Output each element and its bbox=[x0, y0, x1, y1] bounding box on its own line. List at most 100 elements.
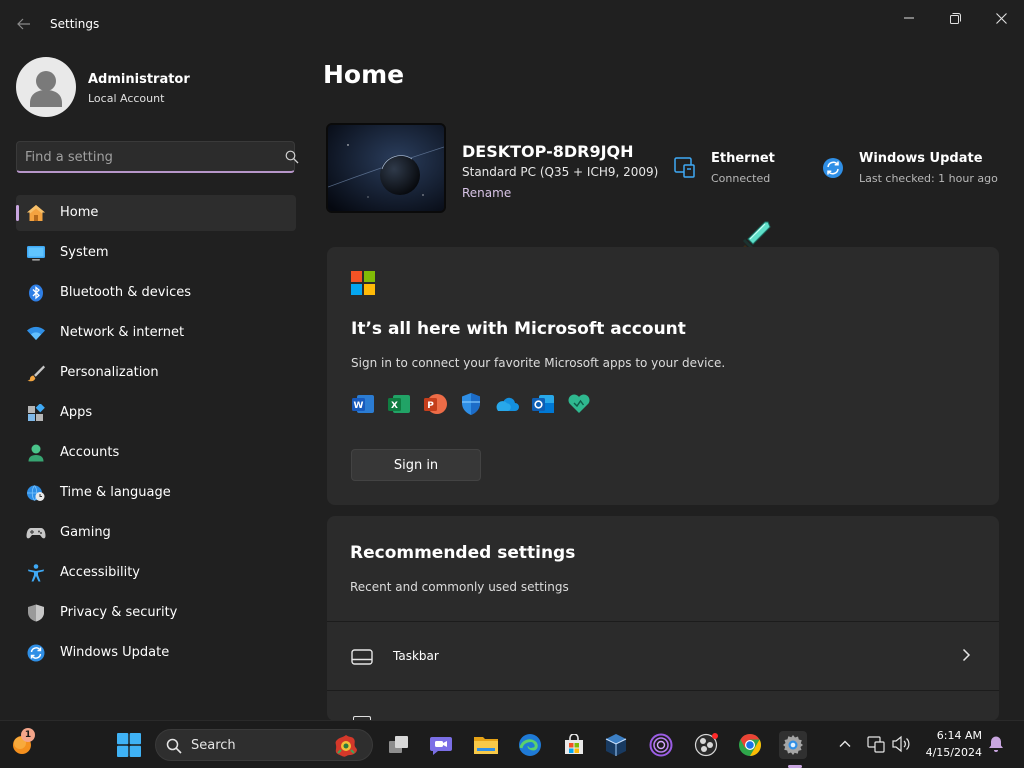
sidebar-item-label: Network & internet bbox=[60, 325, 185, 340]
excel-icon: X bbox=[388, 395, 410, 413]
apps-icon bbox=[28, 404, 45, 421]
virtualbox-button[interactable] bbox=[602, 731, 630, 759]
search-input[interactable] bbox=[25, 142, 265, 172]
taskbar: 1 Search 6:14 AM 4/15/2024 bbox=[0, 720, 1024, 768]
start-button[interactable] bbox=[117, 733, 141, 757]
word-icon: W bbox=[352, 395, 374, 413]
sidebar-item-network[interactable]: Network & internet bbox=[16, 315, 296, 351]
search-icon bbox=[166, 738, 182, 754]
tor-browser-button[interactable] bbox=[647, 731, 675, 759]
avatar[interactable] bbox=[16, 57, 76, 117]
sidebar-item-system[interactable]: System bbox=[16, 235, 296, 271]
settings-icon bbox=[783, 735, 803, 755]
chrome-icon bbox=[739, 734, 761, 756]
back-button[interactable] bbox=[12, 12, 36, 36]
volume-icon[interactable] bbox=[891, 735, 911, 753]
wifi-icon bbox=[27, 326, 45, 340]
sidebar-item-gaming[interactable]: Gaming bbox=[16, 515, 296, 551]
minimize-icon bbox=[904, 17, 914, 19]
svg-text:P: P bbox=[427, 401, 434, 411]
edge-button[interactable] bbox=[516, 731, 544, 759]
search-icon[interactable] bbox=[285, 150, 299, 164]
settings-taskbar-button[interactable] bbox=[779, 731, 807, 759]
microsoft-card-title: It’s all here with Microsoft account bbox=[351, 319, 686, 339]
planet-wallpaper-image bbox=[328, 125, 444, 211]
sync-icon[interactable] bbox=[822, 157, 844, 179]
file-explorer-button[interactable] bbox=[472, 731, 500, 759]
obs-button[interactable] bbox=[692, 731, 720, 759]
sign-in-button[interactable]: Sign in bbox=[351, 449, 481, 481]
sidebar-item-privacy-security[interactable]: Privacy & security bbox=[16, 595, 296, 631]
sidebar-item-windows-update[interactable]: Windows Update bbox=[16, 635, 296, 671]
chrome-button[interactable] bbox=[736, 731, 764, 759]
accessibility-icon bbox=[28, 564, 44, 582]
gamepad-icon bbox=[26, 528, 46, 539]
ethernet-icon[interactable] bbox=[867, 735, 885, 753]
sidebar-item-apps[interactable]: Apps bbox=[16, 395, 296, 431]
ethernet-title[interactable]: Ethernet bbox=[711, 151, 775, 166]
person-icon bbox=[28, 444, 44, 462]
svg-text:X: X bbox=[391, 401, 398, 411]
task-view-button[interactable] bbox=[385, 731, 413, 759]
home-icon bbox=[27, 205, 45, 221]
chat-icon bbox=[430, 737, 452, 755]
close-icon bbox=[995, 12, 1007, 24]
task-view-icon bbox=[389, 736, 408, 753]
sidebar-item-time-language[interactable]: Time & language bbox=[16, 475, 296, 511]
ethernet-status: Connected bbox=[711, 172, 771, 185]
microsoft-app-icons: W X P bbox=[351, 392, 591, 416]
minimize-button[interactable] bbox=[886, 4, 932, 32]
rename-link[interactable]: Rename bbox=[462, 186, 511, 200]
teams-chat-button[interactable] bbox=[427, 731, 455, 759]
microsoft-account-card: It’s all here with Microsoft account Sig… bbox=[327, 247, 999, 505]
sidebar-item-label: Apps bbox=[60, 405, 93, 420]
virtualbox-icon bbox=[605, 734, 627, 756]
device-model: Standard PC (Q35 + ICH9, 2009) bbox=[462, 165, 659, 179]
sidebar-item-label: Home bbox=[60, 205, 99, 220]
sync-icon bbox=[27, 644, 45, 662]
title-bar: Settings bbox=[0, 0, 1024, 48]
maximize-icon bbox=[949, 12, 961, 24]
close-button[interactable] bbox=[978, 4, 1024, 32]
notification-bell-icon[interactable] bbox=[987, 735, 1005, 753]
sidebar-item-accounts[interactable]: Accounts bbox=[16, 435, 296, 471]
sidebar-item-label: Gaming bbox=[60, 525, 111, 540]
sidebar-item-home[interactable]: Home bbox=[16, 195, 296, 231]
store-button[interactable] bbox=[560, 731, 588, 759]
powerpoint-icon: P bbox=[424, 394, 447, 414]
ethernet-icon[interactable] bbox=[674, 157, 696, 179]
device-wallpaper-thumbnail[interactable] bbox=[326, 123, 446, 213]
recommended-item-taskbar[interactable]: Taskbar bbox=[327, 622, 999, 690]
taskbar-search-label: Search bbox=[191, 738, 236, 753]
sidebar-nav: Home System Bluetooth & devices Network … bbox=[16, 195, 296, 675]
clock-date[interactable]: 4/15/2024 bbox=[920, 746, 982, 759]
sidebar-item-personalization[interactable]: Personalization bbox=[16, 355, 296, 391]
edge-icon bbox=[519, 734, 541, 756]
search-box[interactable] bbox=[16, 141, 299, 173]
sidebar-item-label: Accessibility bbox=[60, 565, 140, 580]
maximize-button[interactable] bbox=[932, 4, 978, 32]
windows-update-title[interactable]: Windows Update bbox=[859, 151, 983, 166]
windows-update-status: Last checked: 1 hour ago bbox=[859, 172, 998, 185]
sidebar-item-bluetooth[interactable]: Bluetooth & devices bbox=[16, 275, 296, 311]
defender-icon bbox=[462, 393, 480, 415]
clock-time[interactable]: 6:14 AM bbox=[920, 729, 982, 742]
globe-clock-icon bbox=[27, 485, 45, 501]
page-title: Home bbox=[323, 60, 405, 89]
device-name: DESKTOP-8DR9JQH bbox=[462, 142, 634, 161]
sidebar-item-label: Privacy & security bbox=[60, 605, 178, 620]
user-name: Administrator bbox=[88, 72, 190, 87]
taskbar-search[interactable]: Search bbox=[155, 729, 373, 761]
sidebar-item-label: Accounts bbox=[60, 445, 120, 460]
sidebar-item-label: Windows Update bbox=[60, 645, 170, 660]
microsoft-card-subtitle: Sign in to connect your favorite Microso… bbox=[351, 356, 726, 370]
microsoft-logo-icon bbox=[351, 271, 375, 295]
taskbar-icon bbox=[351, 649, 373, 665]
outlook-icon bbox=[532, 395, 554, 413]
chevron-up-icon[interactable] bbox=[838, 737, 852, 751]
onedrive-icon bbox=[496, 397, 519, 411]
recommended-settings-card: Recommended settings Recent and commonly… bbox=[327, 516, 999, 721]
recommended-subtitle: Recent and commonly used settings bbox=[350, 580, 569, 594]
user-avatar-icon bbox=[30, 71, 62, 107]
sidebar-item-accessibility[interactable]: Accessibility bbox=[16, 555, 296, 591]
